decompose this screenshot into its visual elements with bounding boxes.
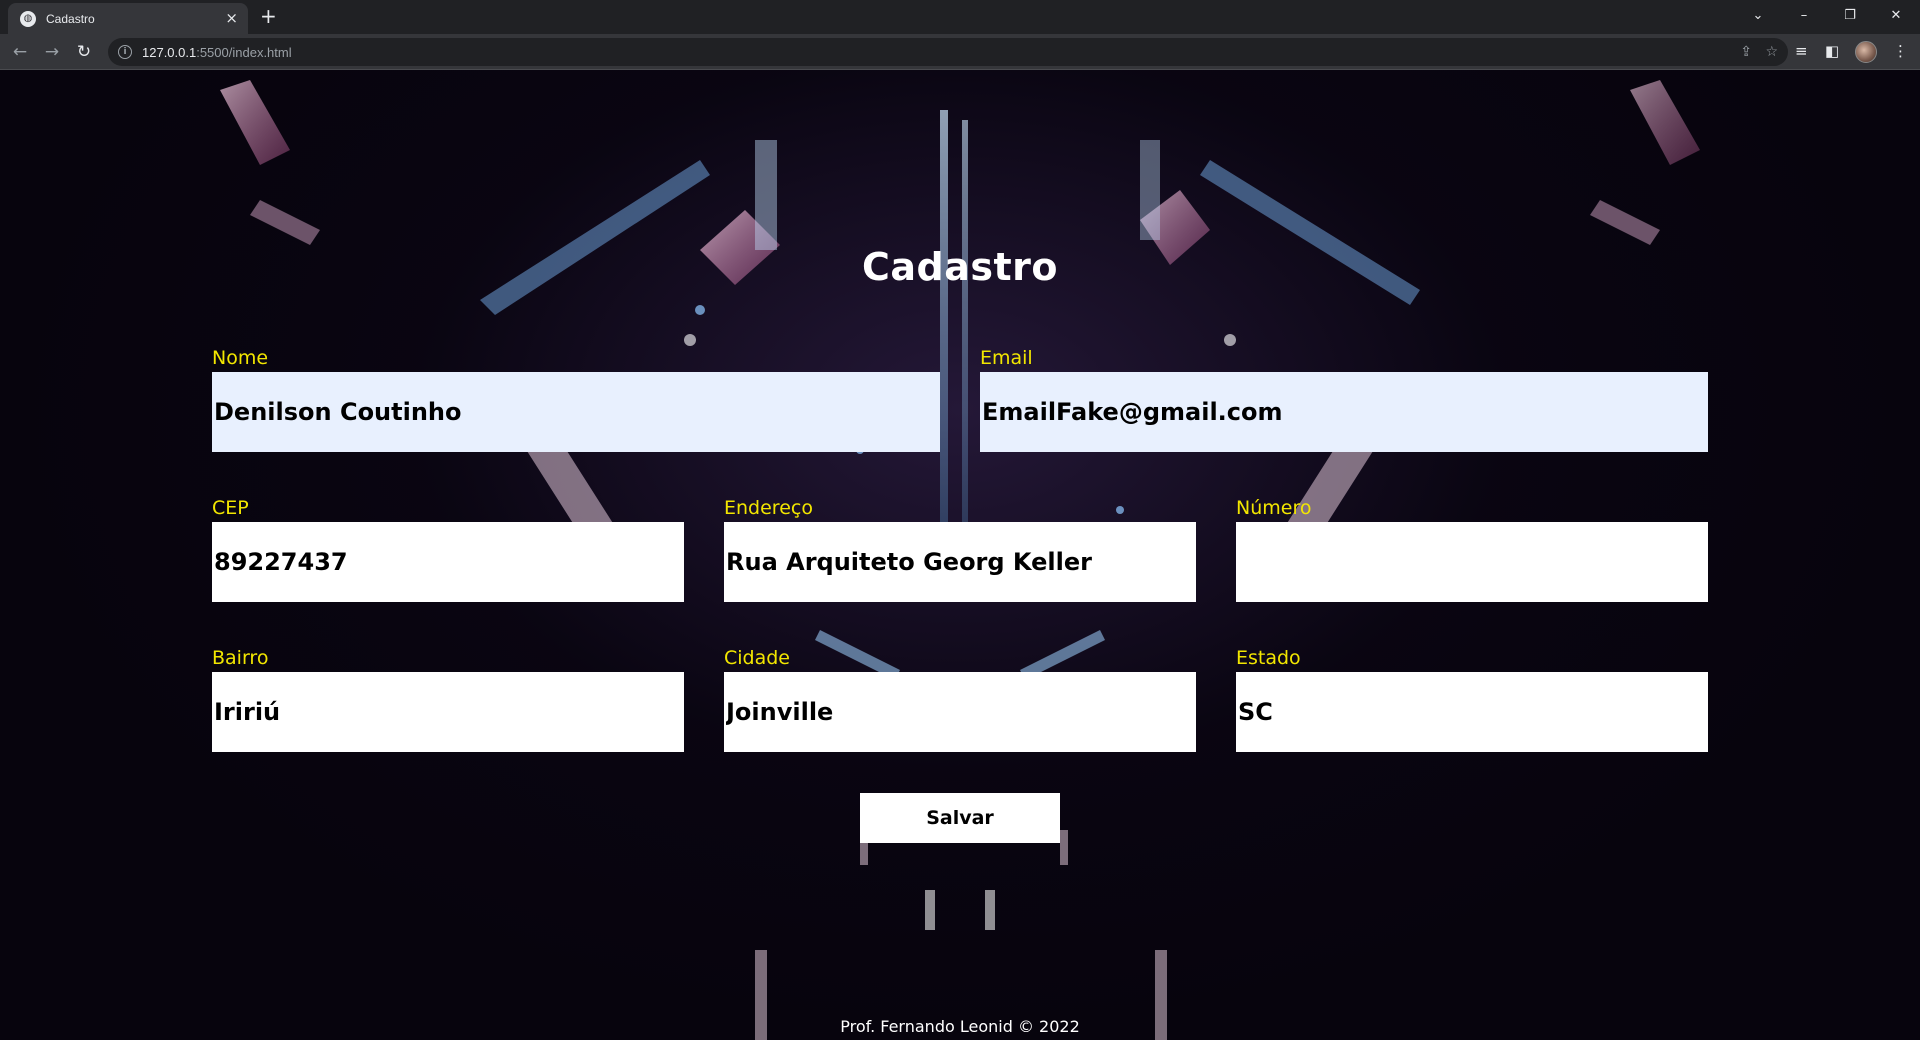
address-bar[interactable]: i 127.0.0.1:5500/index.html ⇪ ☆ [108,38,1788,66]
estado-label: Estado [1236,647,1301,669]
media-control-icon[interactable]: ≡ [1795,42,1808,60]
new-tab-button[interactable]: + [260,5,277,27]
bookmark-star-icon[interactable]: ☆ [1765,44,1778,60]
bairro-field: Bairro [212,644,684,752]
cidade-label: Cidade [724,647,790,669]
cidade-field: Cidade [724,644,1196,752]
save-button[interactable]: Salvar [860,793,1060,843]
nome-input[interactable] [212,372,940,452]
browser-tab-bar: ◍ Cadastro × + ⌄ – ❐ ✕ [0,0,1920,34]
email-field: Email [980,344,1708,452]
numero-label: Número [1236,497,1312,519]
back-arrow-icon[interactable]: ← [8,40,32,64]
page-title: Cadastro [861,245,1058,289]
bairro-label: Bairro [212,647,269,669]
restore-button[interactable]: ❐ [1827,0,1873,30]
share-icon[interactable]: ⇪ [1740,44,1752,60]
side-panel-icon[interactable]: ◧ [1825,42,1839,60]
url-path: :5500/index.html [196,44,292,60]
email-label: Email [980,347,1033,369]
email-input[interactable] [980,372,1708,452]
page-content: Cadastro Nome Email CEP Endereço Número … [0,70,1920,1040]
browser-tab[interactable]: ◍ Cadastro × [8,3,248,34]
forward-arrow-icon[interactable]: → [40,40,64,64]
profile-avatar[interactable] [1855,41,1877,63]
minimize-button[interactable]: – [1781,0,1827,30]
numero-field: Número [1236,494,1708,602]
footer-credit: Prof. Fernando Leonid © 2022 [840,1017,1080,1036]
globe-icon: ◍ [20,10,36,27]
estado-input[interactable] [1236,672,1708,752]
close-window-button[interactable]: ✕ [1873,0,1919,30]
cep-field: CEP [212,494,684,602]
nome-field: Nome [212,344,940,452]
url-host: 127.0.0.1 [142,44,197,60]
reload-icon[interactable]: ↻ [72,40,96,64]
numero-input[interactable] [1236,522,1708,602]
cidade-input[interactable] [724,672,1196,752]
browser-toolbar: ← → ↻ i 127.0.0.1:5500/index.html ⇪ ☆ ≡ … [0,34,1920,70]
cep-label: CEP [212,497,249,519]
endereco-field: Endereço [724,494,1196,602]
endereco-label: Endereço [724,497,813,519]
endereco-input[interactable] [724,522,1196,602]
url-text: 127.0.0.1:5500/index.html [142,45,292,60]
nome-label: Nome [212,347,269,369]
bairro-input[interactable] [212,672,684,752]
estado-field: Estado [1236,644,1708,752]
menu-kebab-icon[interactable]: ⋮ [1893,42,1908,60]
close-tab-icon[interactable]: × [225,11,238,26]
info-icon[interactable]: i [118,45,132,59]
tab-title: Cadastro [46,11,95,26]
tab-search-icon[interactable]: ⌄ [1735,0,1781,30]
cep-input[interactable] [212,522,684,602]
